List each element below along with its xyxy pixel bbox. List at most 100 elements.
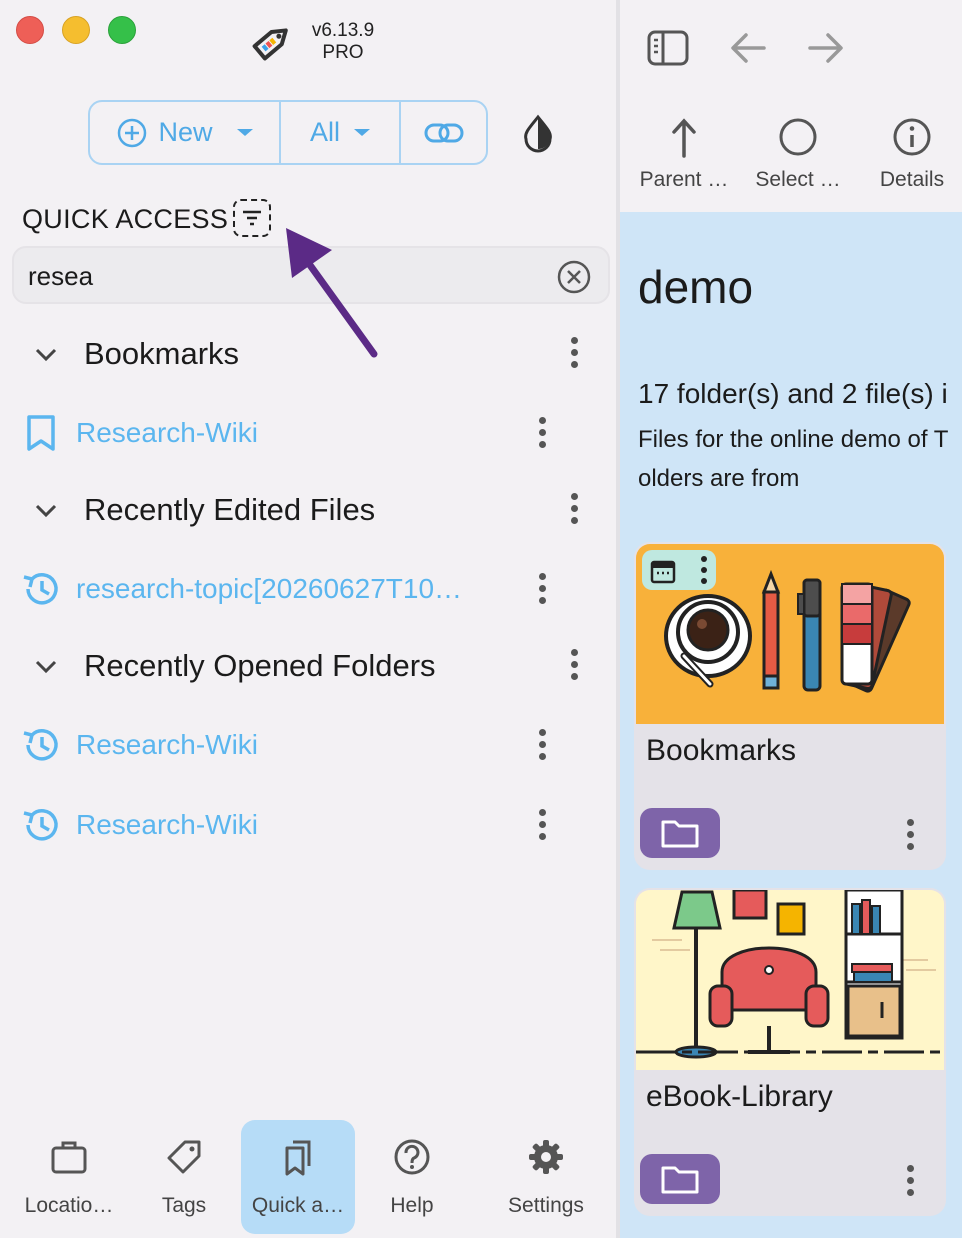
info-icon	[893, 118, 931, 156]
folder-stats: 17 folder(s) and 2 file(s) i	[638, 378, 948, 409]
link-icon	[424, 123, 463, 142]
more-options-icon[interactable]	[528, 806, 556, 842]
folder-icon	[661, 1166, 699, 1194]
nav-label: Settings	[508, 1194, 584, 1217]
history-icon	[23, 809, 58, 841]
more-options-icon[interactable]	[560, 490, 588, 526]
parent-folder-button[interactable]: Parent …	[636, 116, 732, 192]
search-input[interactable]	[28, 260, 528, 292]
new-button[interactable]: New	[90, 102, 281, 163]
calendar-icon	[650, 560, 676, 584]
nav-label: Help	[390, 1194, 434, 1217]
details-button[interactable]: Details	[866, 116, 958, 192]
nav-quick-access[interactable]: Quick a…	[241, 1120, 355, 1234]
reading-room-image-icon	[636, 890, 944, 1059]
card-name: eBook-Library	[646, 1080, 833, 1113]
bookmark-icon	[27, 415, 55, 451]
folder-type-badge[interactable]	[640, 1154, 720, 1204]
circle-icon	[779, 118, 817, 156]
app-version: v6.13.9 PRO	[308, 20, 378, 64]
folder-content: demo 17 folder(s) and 2 file(s) i Files …	[620, 212, 962, 1238]
back-arrow-icon[interactable]	[728, 30, 768, 66]
select-button[interactable]: Select …	[746, 116, 850, 192]
gear-icon	[529, 1140, 563, 1174]
nav-label: Tags	[161, 1194, 207, 1217]
chevron-down-icon	[35, 660, 57, 674]
quick-access-title: QUICK ACCESS	[22, 204, 229, 234]
location-filter-dropdown[interactable]: All	[281, 102, 401, 163]
section-recently-edited[interactable]: Recently Edited Files	[0, 478, 616, 538]
sidebar-toggle-icon[interactable]	[646, 28, 690, 68]
history-icon	[23, 573, 58, 605]
more-options-icon[interactable]	[560, 334, 588, 370]
nav-help[interactable]: Help	[368, 1120, 456, 1234]
window-zoom-button[interactable]	[108, 16, 136, 44]
nav-tags[interactable]: Tags	[140, 1120, 228, 1234]
list-item[interactable]: Research-Wiki	[0, 402, 616, 462]
open-link-button[interactable]	[401, 102, 486, 163]
item-label: Research-Wiki	[76, 417, 259, 448]
folder-thumbnail	[636, 544, 944, 724]
right-panel: Parent … Select … Details demo 17 folder…	[620, 0, 962, 1238]
history-icon	[23, 729, 58, 761]
add-circle-icon	[118, 118, 147, 147]
app-logo-icon	[252, 28, 288, 61]
action-label: Parent …	[639, 168, 729, 191]
date-badge[interactable]	[642, 550, 716, 590]
item-label: Research-Wiki	[76, 809, 259, 840]
more-options-icon[interactable]	[696, 554, 712, 586]
theme-toggle-icon[interactable]	[518, 113, 558, 153]
annotation-arrow-icon	[286, 228, 378, 358]
action-label: Details	[879, 168, 945, 191]
card-name: Bookmarks	[646, 734, 797, 767]
list-item[interactable]: research-topic[20260627T10…	[0, 558, 616, 618]
briefcase-icon	[51, 1141, 87, 1174]
action-label: Select …	[755, 168, 841, 191]
description-line: Files for the online demo of T	[638, 426, 949, 453]
right-toolbar: Parent … Select … Details	[620, 0, 962, 212]
folder-type-badge[interactable]	[640, 808, 720, 858]
nav-settings[interactable]: Settings	[490, 1120, 602, 1234]
more-options-icon[interactable]	[898, 1162, 922, 1198]
section-label: Recently Opened Folders	[84, 648, 436, 683]
more-options-icon[interactable]	[528, 414, 556, 450]
forward-arrow-icon[interactable]	[806, 30, 846, 66]
all-label: All	[309, 117, 340, 147]
nav-locations[interactable]: Locatio…	[14, 1120, 124, 1234]
folder-card[interactable]: Bookmarks	[634, 542, 946, 870]
window-close-button[interactable]	[16, 16, 44, 44]
nav-label: Quick a…	[251, 1194, 345, 1217]
chevron-down-icon	[236, 129, 253, 136]
more-options-icon[interactable]	[898, 816, 922, 852]
chevron-down-icon	[35, 348, 57, 362]
folder-card[interactable]: eBook-Library	[634, 888, 946, 1216]
more-options-icon[interactable]	[528, 726, 556, 762]
left-panel: v6.13.9 PRO New All QUICK ACCESS resea B…	[0, 0, 616, 1238]
item-label: research-topic[20260627T10…	[76, 573, 463, 604]
clear-icon[interactable]	[556, 259, 592, 295]
help-icon	[394, 1139, 430, 1175]
version-number: v6.13.9	[311, 20, 375, 41]
folder-icon	[661, 820, 699, 848]
window-minimize-button[interactable]	[62, 16, 90, 44]
chevron-down-icon	[35, 504, 57, 518]
description-line: olders are from	[638, 465, 800, 492]
bottom-navigation: Locatio… Tags Quick a… Help Settings	[0, 1100, 616, 1238]
more-options-icon[interactable]	[528, 570, 556, 606]
new-button-label: New	[158, 117, 213, 147]
folder-title: demo	[638, 261, 754, 313]
more-options-icon[interactable]	[560, 646, 588, 682]
edition-label: PRO	[322, 42, 364, 63]
arrow-up-icon	[672, 118, 696, 158]
section-recently-opened[interactable]: Recently Opened Folders	[0, 634, 616, 694]
tag-icon	[167, 1140, 201, 1174]
item-label: Research-Wiki	[76, 729, 259, 760]
folder-description: Files for the online demo of T olders ar…	[638, 420, 962, 498]
bookmarks-icon	[285, 1140, 311, 1176]
list-item[interactable]: Research-Wiki	[0, 714, 616, 774]
section-label: Bookmarks	[84, 336, 240, 371]
list-item[interactable]: Research-Wiki	[0, 794, 616, 854]
chevron-down-icon	[354, 129, 370, 136]
folder-thumbnail	[636, 890, 944, 1070]
filter-icon[interactable]	[233, 199, 271, 237]
